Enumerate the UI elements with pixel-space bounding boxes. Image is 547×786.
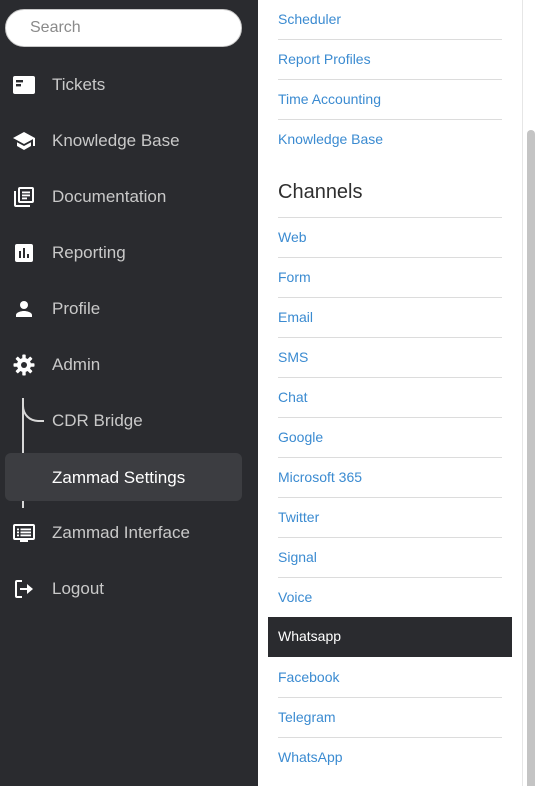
sidebar-item-label: Reporting xyxy=(52,243,126,262)
ticket-icon xyxy=(12,73,36,97)
sidebar-item-label: Logout xyxy=(52,579,104,598)
sidebar-item-knowledge-base[interactable]: Knowledge Base xyxy=(0,120,258,160)
sidebar-item-logout[interactable]: Logout xyxy=(0,568,258,608)
section-title-channels: Channels xyxy=(278,181,363,203)
sidebar-item-label: Knowledge Base xyxy=(52,131,180,150)
sidebar-item-label: Zammad Settings xyxy=(52,468,186,487)
menu-link-microsoft-365[interactable]: Microsoft 365 xyxy=(278,458,502,498)
menu-link-twitter[interactable]: Twitter xyxy=(278,498,502,538)
sidebar-item-documentation[interactable]: Documentation xyxy=(0,176,258,216)
sidebar-item-zammad-settings[interactable]: Zammad Settings xyxy=(5,453,242,501)
menu-link-whatsapp-selected[interactable]: Whatsapp xyxy=(268,617,512,657)
search-input[interactable] xyxy=(5,9,242,47)
sidebar-item-label: Admin xyxy=(52,355,101,374)
menu-link-chat[interactable]: Chat xyxy=(278,378,502,418)
sidebar-item-label: CDR Bridge xyxy=(52,411,143,430)
menu-link-scheduler[interactable]: Scheduler xyxy=(278,0,502,40)
sidebar: Tickets Knowledge Base Documentation xyxy=(0,0,258,786)
menu-link-email[interactable]: Email xyxy=(278,298,502,338)
menu-link-form[interactable]: Form xyxy=(278,258,502,298)
menu-link-time-accounting[interactable]: Time Accounting xyxy=(278,80,502,120)
monitor-list-icon xyxy=(12,521,36,545)
menu-link-google[interactable]: Google xyxy=(278,418,502,458)
bar-chart-icon xyxy=(12,241,36,265)
person-icon xyxy=(12,297,36,321)
sidebar-item-label: Tickets xyxy=(52,75,106,94)
sidebar-item-tickets[interactable]: Tickets xyxy=(0,64,258,104)
sidebar-item-zammad-interface[interactable]: Zammad Interface xyxy=(0,512,258,552)
logout-icon xyxy=(12,577,36,601)
menu-link-knowledge-base[interactable]: Knowledge Base xyxy=(278,120,502,160)
library-books-icon xyxy=(12,185,36,209)
sidebar-item-label: Zammad Interface xyxy=(52,523,190,542)
sidebar-item-label: Profile xyxy=(52,299,101,318)
scrollbar-thumb[interactable] xyxy=(527,130,535,786)
sidebar-item-reporting[interactable]: Reporting xyxy=(0,232,258,272)
graduation-cap-icon xyxy=(12,129,36,153)
settings-menu: Scheduler Report Profiles Time Accountin… xyxy=(258,0,522,786)
menu-link-sms[interactable]: SMS xyxy=(278,338,502,378)
sidebar-item-admin[interactable]: Admin xyxy=(0,344,258,384)
menu-link-whatsapp[interactable]: WhatsApp xyxy=(278,738,502,778)
sidebar-item-cdr-bridge[interactable]: CDR Bridge xyxy=(0,400,258,440)
sidebar-item-profile[interactable]: Profile xyxy=(0,288,258,328)
menu-link-signal[interactable]: Signal xyxy=(278,538,502,578)
menu-link-web[interactable]: Web xyxy=(278,218,502,258)
menu-link-facebook[interactable]: Facebook xyxy=(278,658,502,698)
menu-link-telegram[interactable]: Telegram xyxy=(278,698,502,738)
gear-icon xyxy=(12,353,36,377)
menu-link-voice[interactable]: Voice xyxy=(278,578,502,618)
menu-link-report-profiles[interactable]: Report Profiles xyxy=(278,40,502,80)
sidebar-item-label: Documentation xyxy=(52,187,167,206)
